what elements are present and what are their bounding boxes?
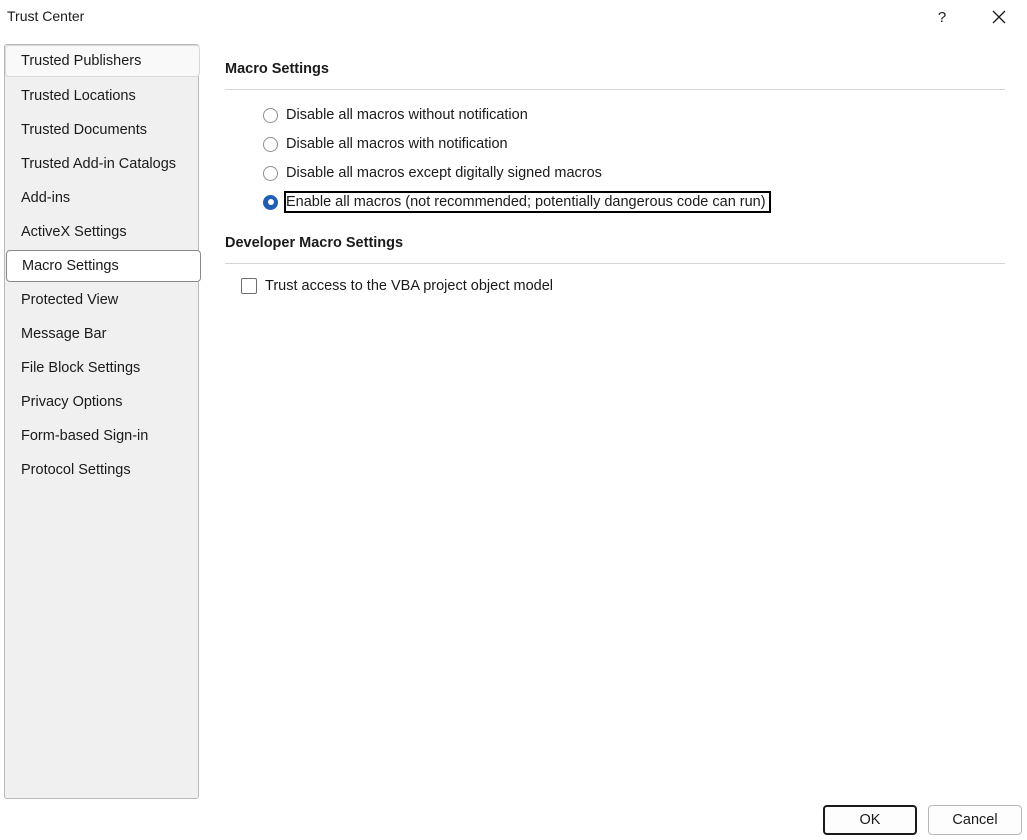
radio-option-enable-all[interactable]: Enable all macros (not recommended; pote… (263, 191, 771, 213)
sidebar-item-label: Trusted Publishers (21, 53, 142, 69)
sidebar-item-label: ActiveX Settings (21, 224, 127, 240)
sidebar-item-label: Trusted Locations (21, 88, 136, 104)
radio-button[interactable] (263, 165, 278, 181)
radio-label: Enable all macros (not recommended; pote… (284, 191, 771, 213)
sidebar-item-label: Trusted Add-in Catalogs (21, 156, 177, 172)
section-divider (225, 89, 1005, 90)
trust-vba-checkbox[interactable] (241, 278, 257, 294)
sidebar-item-label: Trusted Documents (21, 122, 147, 138)
sidebar-item-activex-settings[interactable]: ActiveX Settings (6, 216, 199, 248)
sidebar-item-trusted-add-in-catalogs[interactable]: Trusted Add-in Catalogs (6, 148, 199, 180)
radio-label: Disable all macros without notification (286, 107, 528, 123)
trust-center-dialog: Trust Center ? Trusted Publishers Truste… (0, 0, 1027, 840)
close-button[interactable] (985, 4, 1013, 30)
sidebar-item-add-ins[interactable]: Add-ins (6, 182, 199, 214)
macro-settings-heading: Macro Settings (225, 61, 329, 77)
radio-label: Disable all macros with notification (286, 136, 508, 152)
close-icon (992, 10, 1006, 24)
section-divider (225, 263, 1005, 264)
radio-option-disable-except-signed[interactable]: Disable all macros except digitally sign… (263, 162, 602, 184)
checkbox-label: Trust access to the VBA project object m… (265, 278, 553, 294)
category-sidebar: Trusted Publishers Trusted Locations Tru… (4, 44, 201, 799)
sidebar-item-trusted-locations[interactable]: Trusted Locations (6, 80, 199, 112)
sidebar-item-privacy-options[interactable]: Privacy Options (6, 386, 199, 418)
radio-option-disable-with-notification[interactable]: Disable all macros with notification (263, 133, 508, 155)
sidebar-item-protected-view[interactable]: Protected View (6, 284, 199, 316)
ok-button[interactable]: OK (823, 805, 917, 835)
radio-label: Disable all macros except digitally sign… (286, 165, 602, 181)
help-button[interactable]: ? (928, 4, 956, 30)
sidebar-item-trusted-documents[interactable]: Trusted Documents (6, 114, 199, 146)
radio-button[interactable] (263, 107, 278, 123)
sidebar-item-label: Privacy Options (21, 394, 123, 410)
sidebar-item-label: Add-ins (21, 190, 71, 206)
sidebar-item-form-based-sign-in[interactable]: Form-based Sign-in (6, 420, 199, 452)
sidebar-item-label: File Block Settings (21, 360, 141, 376)
trust-vba-checkbox-row[interactable]: Trust access to the VBA project object m… (241, 275, 553, 297)
sidebar-item-macro-settings[interactable]: Macro Settings (6, 250, 201, 282)
radio-button-selected[interactable] (263, 194, 278, 210)
radio-option-disable-no-notification[interactable]: Disable all macros without notification (263, 104, 528, 126)
sidebar-item-message-bar[interactable]: Message Bar (6, 318, 199, 350)
sidebar-item-label: Protected View (21, 292, 119, 308)
developer-macro-settings-heading: Developer Macro Settings (225, 235, 404, 251)
sidebar-item-trusted-publishers[interactable]: Trusted Publishers (5, 45, 200, 77)
sidebar-item-protocol-settings[interactable]: Protocol Settings (6, 454, 199, 486)
sidebar-item-label: Message Bar (21, 326, 107, 342)
sidebar-item-label: Form-based Sign-in (21, 428, 149, 444)
cancel-button[interactable]: Cancel (928, 805, 1022, 835)
help-icon: ? (937, 8, 947, 26)
dialog-title: Trust Center (7, 8, 85, 24)
sidebar-item-label: Macro Settings (22, 258, 119, 274)
sidebar-item-label: Protocol Settings (21, 462, 131, 478)
radio-button[interactable] (263, 136, 278, 152)
sidebar-item-file-block-settings[interactable]: File Block Settings (6, 352, 199, 384)
